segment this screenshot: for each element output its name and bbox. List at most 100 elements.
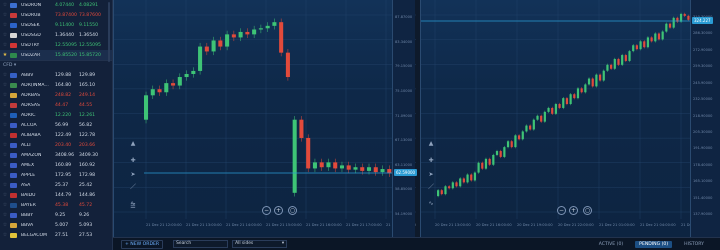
ask-price[interactable]: 1.36540	[79, 33, 103, 38]
instrument-row[interactable]: ☆ ASA 25.37 25.42	[0, 180, 112, 190]
bid-price[interactable]: 9.25	[55, 213, 79, 218]
bid-price[interactable]: 144.79	[55, 193, 79, 198]
bid-price[interactable]: 3408.96	[55, 153, 79, 158]
trend-icon[interactable]: ∿	[426, 199, 436, 209]
ask-price[interactable]: 5.093	[79, 223, 103, 228]
bid-price[interactable]: 4.07440	[55, 3, 79, 8]
star-icon[interactable]: ☆	[2, 182, 8, 188]
bid-price[interactable]: 56.99	[55, 123, 79, 128]
ask-price[interactable]: 249.14	[79, 93, 103, 98]
ask-price[interactable]: 122.78	[79, 133, 103, 138]
bid-price[interactable]: 15.85520	[55, 53, 79, 58]
instrument-row[interactable]: ☆ ALIBABA 122.49 122.78	[0, 130, 112, 140]
instrument-row[interactable]: ☆ ADRBAS 248.82 249.14	[0, 90, 112, 100]
ask-price[interactable]: 15.85720	[79, 53, 103, 58]
star-icon[interactable]: ☆	[2, 212, 8, 218]
instrument-row[interactable]: ☆ BBBY 9.25 9.26	[0, 210, 112, 220]
zoom-in-button[interactable]: +	[569, 206, 578, 215]
star-icon[interactable]: ☆	[2, 42, 8, 48]
star-icon[interactable]: ☆	[2, 192, 8, 198]
zoom-out-button[interactable]: −	[557, 206, 566, 215]
ask-price[interactable]: 12.55095	[79, 43, 103, 48]
bid-price[interactable]: 25.37	[55, 183, 79, 188]
bid-price[interactable]: 73.87400	[55, 13, 79, 18]
instrument-row[interactable]: ☆ ADRIC 12.220 12.261	[0, 110, 112, 120]
fib-icon[interactable]: ☰	[128, 202, 138, 212]
star-icon[interactable]: ☆	[2, 112, 8, 118]
instrument-row[interactable]: ☆ AMEX 160.89 160.92	[0, 160, 112, 170]
instrument-row[interactable]: ☆ USDTRY 12.55095 12.55095	[0, 40, 112, 50]
draw-tool-icon[interactable]: ➤	[426, 170, 436, 180]
bid-price[interactable]: 5.007	[55, 223, 79, 228]
star-icon[interactable]: ☆	[2, 232, 8, 238]
bid-price[interactable]: 122.49	[55, 133, 79, 138]
star-icon[interactable]: ☆	[2, 32, 8, 38]
cfd-category-header[interactable]: CFD ▾	[0, 60, 112, 70]
draw-tool-icon[interactable]: ➤	[128, 170, 138, 180]
instrument-row[interactable]: ☆ BELGACOM 27.51 27.53	[0, 230, 112, 240]
ask-price[interactable]: 4.08291	[79, 3, 103, 8]
indicators-icon[interactable]: ✚	[128, 156, 138, 166]
star-icon[interactable]: ☆	[2, 22, 8, 28]
zoom-out-button[interactable]: −	[262, 206, 271, 215]
ask-price[interactable]: 160.92	[79, 163, 103, 168]
ask-price[interactable]: 9.11550	[79, 23, 103, 28]
tab-pending[interactable]: PENDING (0)	[635, 240, 673, 248]
ask-price[interactable]: 144.86	[79, 193, 103, 198]
ask-price[interactable]: 45.72	[79, 203, 103, 208]
bid-price[interactable]: 164.80	[55, 83, 79, 88]
instrument-row[interactable]: ☆ APPLE 172.95 172.98	[0, 170, 112, 180]
star-icon[interactable]: ☆	[2, 202, 8, 208]
instrument-row[interactable]: ☆ BAIDU 144.79 144.86	[0, 190, 112, 200]
indicators-icon[interactable]: ✚	[426, 156, 436, 166]
ask-price[interactable]: 25.42	[79, 183, 103, 188]
tab-history[interactable]: HISTORY	[680, 241, 708, 248]
star-icon[interactable]: ☆	[2, 162, 8, 168]
star-icon[interactable]: ☆	[2, 122, 8, 128]
star-icon[interactable]: ☆	[2, 132, 8, 138]
instrument-row[interactable]: ☆ AMAZON 3408.96 3409.30	[0, 150, 112, 160]
star-icon[interactable]: ☆	[2, 102, 8, 108]
ask-price[interactable]: 3409.30	[79, 153, 103, 158]
instrument-row[interactable]: ☆ BAYER 45.38 45.72	[0, 200, 112, 210]
reset-zoom-button[interactable]: ○	[288, 206, 297, 215]
chart-type-icon[interactable]: ▲	[426, 139, 436, 149]
instrument-row[interactable]: ☆ USDRON 4.07440 4.08291	[0, 0, 112, 10]
instrument-row[interactable]: ☆ BBVA 5.007 5.093	[0, 220, 112, 230]
instrument-row[interactable]: ★ USDZAR 15.85520 15.85720	[0, 50, 112, 60]
ask-price[interactable]: 27.53	[79, 233, 103, 238]
bid-price[interactable]: 27.51	[55, 233, 79, 238]
bid-price[interactable]: 12.55095	[55, 43, 79, 48]
bid-price[interactable]: 45.38	[55, 203, 79, 208]
instrument-row[interactable]: ☆ ADRSAS 44.47 44.55	[0, 100, 112, 110]
bid-price[interactable]: 44.47	[55, 103, 79, 108]
bid-price[interactable]: 172.95	[55, 173, 79, 178]
ask-price[interactable]: 203.66	[79, 143, 103, 148]
instrument-row[interactable]: ☆ ALLI 203.40 203.66	[0, 140, 112, 150]
star-icon[interactable]: ☆	[2, 172, 8, 178]
bid-price[interactable]: 129.88	[55, 73, 79, 78]
bid-price[interactable]: 203.40	[55, 143, 79, 148]
star-icon[interactable]: ☆	[2, 92, 8, 98]
ask-price[interactable]: 165.10	[79, 83, 103, 88]
ask-price[interactable]: 56.82	[79, 123, 103, 128]
line-tool-icon[interactable]: ／	[426, 183, 436, 193]
instrument-row[interactable]: ☆ USDSEK 9.11400 9.11550	[0, 20, 112, 30]
star-icon[interactable]: ★	[2, 52, 8, 58]
tab-active[interactable]: ACTIVE (0)	[595, 241, 627, 248]
instrument-row[interactable]: ☆ ALCOA 56.99 56.82	[0, 120, 112, 130]
reset-zoom-button[interactable]: ○	[583, 206, 592, 215]
search-input[interactable]: Search	[173, 240, 229, 248]
bid-price[interactable]: 12.220	[55, 113, 79, 118]
ask-price[interactable]: 44.55	[79, 103, 103, 108]
instrument-row[interactable]: ☆ ADR(INMA... 164.80 165.10	[0, 80, 112, 90]
ask-price[interactable]: 12.261	[79, 113, 103, 118]
star-icon[interactable]: ☆	[2, 222, 8, 228]
new-order-button[interactable]: + NEW ORDER	[121, 239, 164, 249]
star-icon[interactable]: ☆	[2, 2, 8, 8]
ask-price[interactable]: 9.26	[79, 213, 103, 218]
line-tool-icon[interactable]: ／	[128, 183, 138, 193]
chart-panel-right[interactable]: 20 Dec 21 13:00:00 20 Dec 21 16:00:00 20 D…	[420, 0, 717, 237]
bid-price[interactable]: 160.89	[55, 163, 79, 168]
star-icon[interactable]: ☆	[2, 82, 8, 88]
